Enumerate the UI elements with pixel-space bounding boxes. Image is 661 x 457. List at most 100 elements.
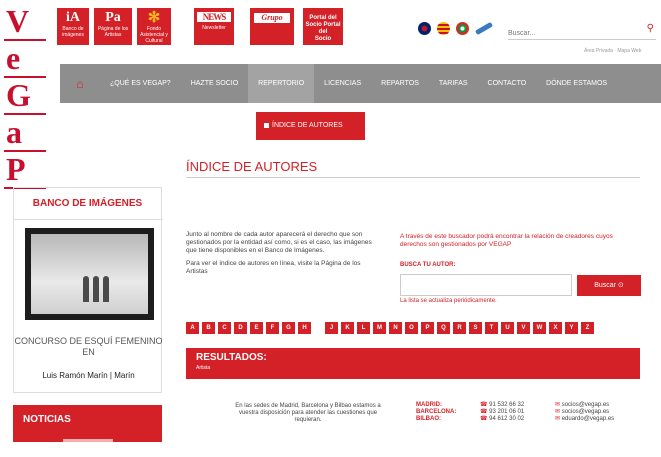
page-title: ÍNDICE DE AUTORES xyxy=(186,159,318,174)
phone-bilbao[interactable]: 94 612 30 02 xyxy=(489,416,524,422)
mail-icon: ✉ xyxy=(555,416,562,422)
nav-repartos[interactable]: REPARTOS xyxy=(371,64,429,103)
city-barcelona: BARCELONA: xyxy=(416,409,457,415)
letter-u-button[interactable]: U xyxy=(501,322,514,334)
email-barcelona[interactable]: socios@vegap.es xyxy=(562,409,609,415)
logo-letter-g: G xyxy=(4,79,48,117)
nav-que-es-vegap[interactable]: ¿QUÉ ES VEGAP? xyxy=(100,64,181,103)
bullet-icon xyxy=(264,122,269,128)
letter-q-button[interactable]: Q xyxy=(437,322,450,334)
phone-barcelona[interactable]: 93 201 06 01 xyxy=(489,409,524,415)
galician-flag-icon[interactable] xyxy=(474,21,494,36)
mail-icon: ✉ xyxy=(555,409,562,415)
letter-b-button[interactable]: B xyxy=(202,322,215,334)
letter-gap xyxy=(314,322,322,334)
results-subtitle: Artista xyxy=(196,365,211,371)
language-selector xyxy=(418,21,494,36)
letter-l-button[interactable]: L xyxy=(357,322,370,334)
letter-m-button[interactable]: M xyxy=(373,322,386,334)
catalan-flag-icon[interactable] xyxy=(437,22,450,35)
letter-x-button[interactable]: X xyxy=(549,322,562,334)
uk-flag-icon[interactable] xyxy=(418,22,431,35)
portal-socio-button[interactable]: Portal del Socio Portal del Socio xyxy=(303,8,343,45)
letter-n-button[interactable]: N xyxy=(389,322,402,334)
letter-a-button[interactable]: A xyxy=(186,322,199,334)
skier-figure xyxy=(93,276,99,302)
nav-licencias[interactable]: LICENCIAS xyxy=(314,64,371,103)
ski-photo[interactable] xyxy=(25,228,154,320)
title-divider xyxy=(186,177,640,178)
fondo-asistencial-button[interactable]: ✻ Fondo Asistencial y Cultural xyxy=(137,8,171,45)
city-madrid: MADRID: xyxy=(416,402,442,408)
basque-flag-icon[interactable] xyxy=(456,22,469,35)
letter-v-button[interactable]: V xyxy=(517,322,530,334)
phone-icon: ☎ xyxy=(480,409,490,415)
letter-s-button[interactable]: S xyxy=(469,322,482,334)
letter-y-button[interactable]: Y xyxy=(565,322,578,334)
banco-imagenes-widget: BANCO DE IMÁGENES CONCURSO DE ESQUÍ FEME… xyxy=(13,187,163,393)
banco-title: BANCO DE IMÁGENES xyxy=(32,198,143,209)
search-input[interactable] xyxy=(508,25,628,42)
grupo-logo-icon: Grupo xyxy=(254,13,290,23)
letter-h-button[interactable]: H xyxy=(298,322,311,334)
letter-w-button[interactable]: W xyxy=(533,322,546,334)
submenu-indice-autores[interactable]: ÍNDICE DE AUTORES xyxy=(256,112,365,140)
top-links[interactable]: Área Privada · Mapa Web xyxy=(584,48,641,54)
letter-o-button[interactable]: O xyxy=(405,322,418,334)
pagina-artistas-label: Página de los Artistas xyxy=(97,26,129,38)
photo-author[interactable]: Luis Ramón Marín | Marín xyxy=(14,371,163,380)
busca-autor-label: BUSCA TU AUTOR: xyxy=(400,262,456,268)
letter-p-button[interactable]: P xyxy=(421,322,434,334)
nav-donde-estamos[interactable]: DÓNDE ESTAMOS xyxy=(536,64,617,103)
pagina-artistas-button[interactable]: Pa Página de los Artistas xyxy=(94,8,132,45)
logo-letter-a: a xyxy=(4,116,48,154)
city-bilbao: BILBAO: xyxy=(416,416,441,422)
office-emails: ✉ socios@vegap.es ✉ socios@vegap.es ✉ ed… xyxy=(555,402,614,423)
intro-text: Junto al nombre de cada autor aparecerá … xyxy=(186,231,382,281)
noticias-widget[interactable]: NOTICIAS xyxy=(13,405,162,442)
photo-scene xyxy=(31,234,148,314)
banco-imagenes-button[interactable]: iA Banco de imágenes xyxy=(57,8,89,45)
letter-d-button[interactable]: D xyxy=(234,322,247,334)
mail-row: ✉ eduardo@vegap.es xyxy=(555,416,614,423)
letter-e-button[interactable]: E xyxy=(250,322,263,334)
letter-c-button[interactable]: C xyxy=(218,322,231,334)
main-nav: ⌂ ¿QUÉ ES VEGAP? HAZTE SOCIO REPERTORIO … xyxy=(60,64,661,103)
newsletter-button[interactable]: NEWS Newsletter xyxy=(194,8,234,45)
skier-figure xyxy=(83,276,89,302)
search-icon[interactable]: ⚲ xyxy=(647,23,654,34)
email-madrid[interactable]: socios@vegap.es xyxy=(562,402,609,408)
grupo-button[interactable]: Grupo xyxy=(250,8,294,45)
author-search-input[interactable] xyxy=(400,274,572,296)
phone-madrid[interactable]: 91 532 66 32 xyxy=(489,402,524,408)
email-bilbao[interactable]: eduardo@vegap.es xyxy=(562,416,614,422)
vegap-logo[interactable]: V e G a P xyxy=(4,5,48,191)
intro-paragraph-link[interactable]: Para ver el índice de autores en línea, … xyxy=(186,260,382,276)
letter-f-button[interactable]: F xyxy=(266,322,279,334)
letter-j-button[interactable]: J xyxy=(325,322,338,334)
phone-row: ☎ 93 201 06 01 xyxy=(480,409,524,416)
phone-icon: ☎ xyxy=(480,416,490,422)
letter-k-button[interactable]: K xyxy=(341,322,354,334)
mail-icon: ✉ xyxy=(555,402,562,408)
nav-tarifas[interactable]: TARIFAS xyxy=(429,64,478,103)
divider xyxy=(14,219,163,220)
noticias-title: NOTICIAS xyxy=(23,414,71,425)
site-search: ⚲ xyxy=(508,22,656,42)
pa-icon: Pa xyxy=(105,10,121,25)
letter-r-button[interactable]: R xyxy=(453,322,466,334)
photo-caption[interactable]: CONCURSO DE ESQUÍ FEMENINO EN xyxy=(14,336,163,358)
letter-t-button[interactable]: T xyxy=(485,322,498,334)
nav-repertorio[interactable]: REPERTORIO xyxy=(248,64,315,103)
nav-hazte-socio[interactable]: HAZTE SOCIO xyxy=(181,64,248,103)
alphabet-index: A B C D E F G H J K L M N O P Q R S T U … xyxy=(186,322,594,334)
letter-z-button[interactable]: Z xyxy=(581,322,594,334)
office-cities: MADRID: BARCELONA: BILBAO: xyxy=(416,402,456,423)
nav-contacto[interactable]: CONTACTO xyxy=(478,64,537,103)
letter-g-button[interactable]: G xyxy=(282,322,295,334)
phone-icon: ☎ xyxy=(480,402,490,408)
phone-row: ☎ 91 532 66 32 xyxy=(480,402,524,409)
logo-letter-p: P xyxy=(4,153,48,191)
home-icon[interactable]: ⌂ xyxy=(60,77,100,91)
buscar-button[interactable]: Buscar ⊙ xyxy=(577,275,641,296)
